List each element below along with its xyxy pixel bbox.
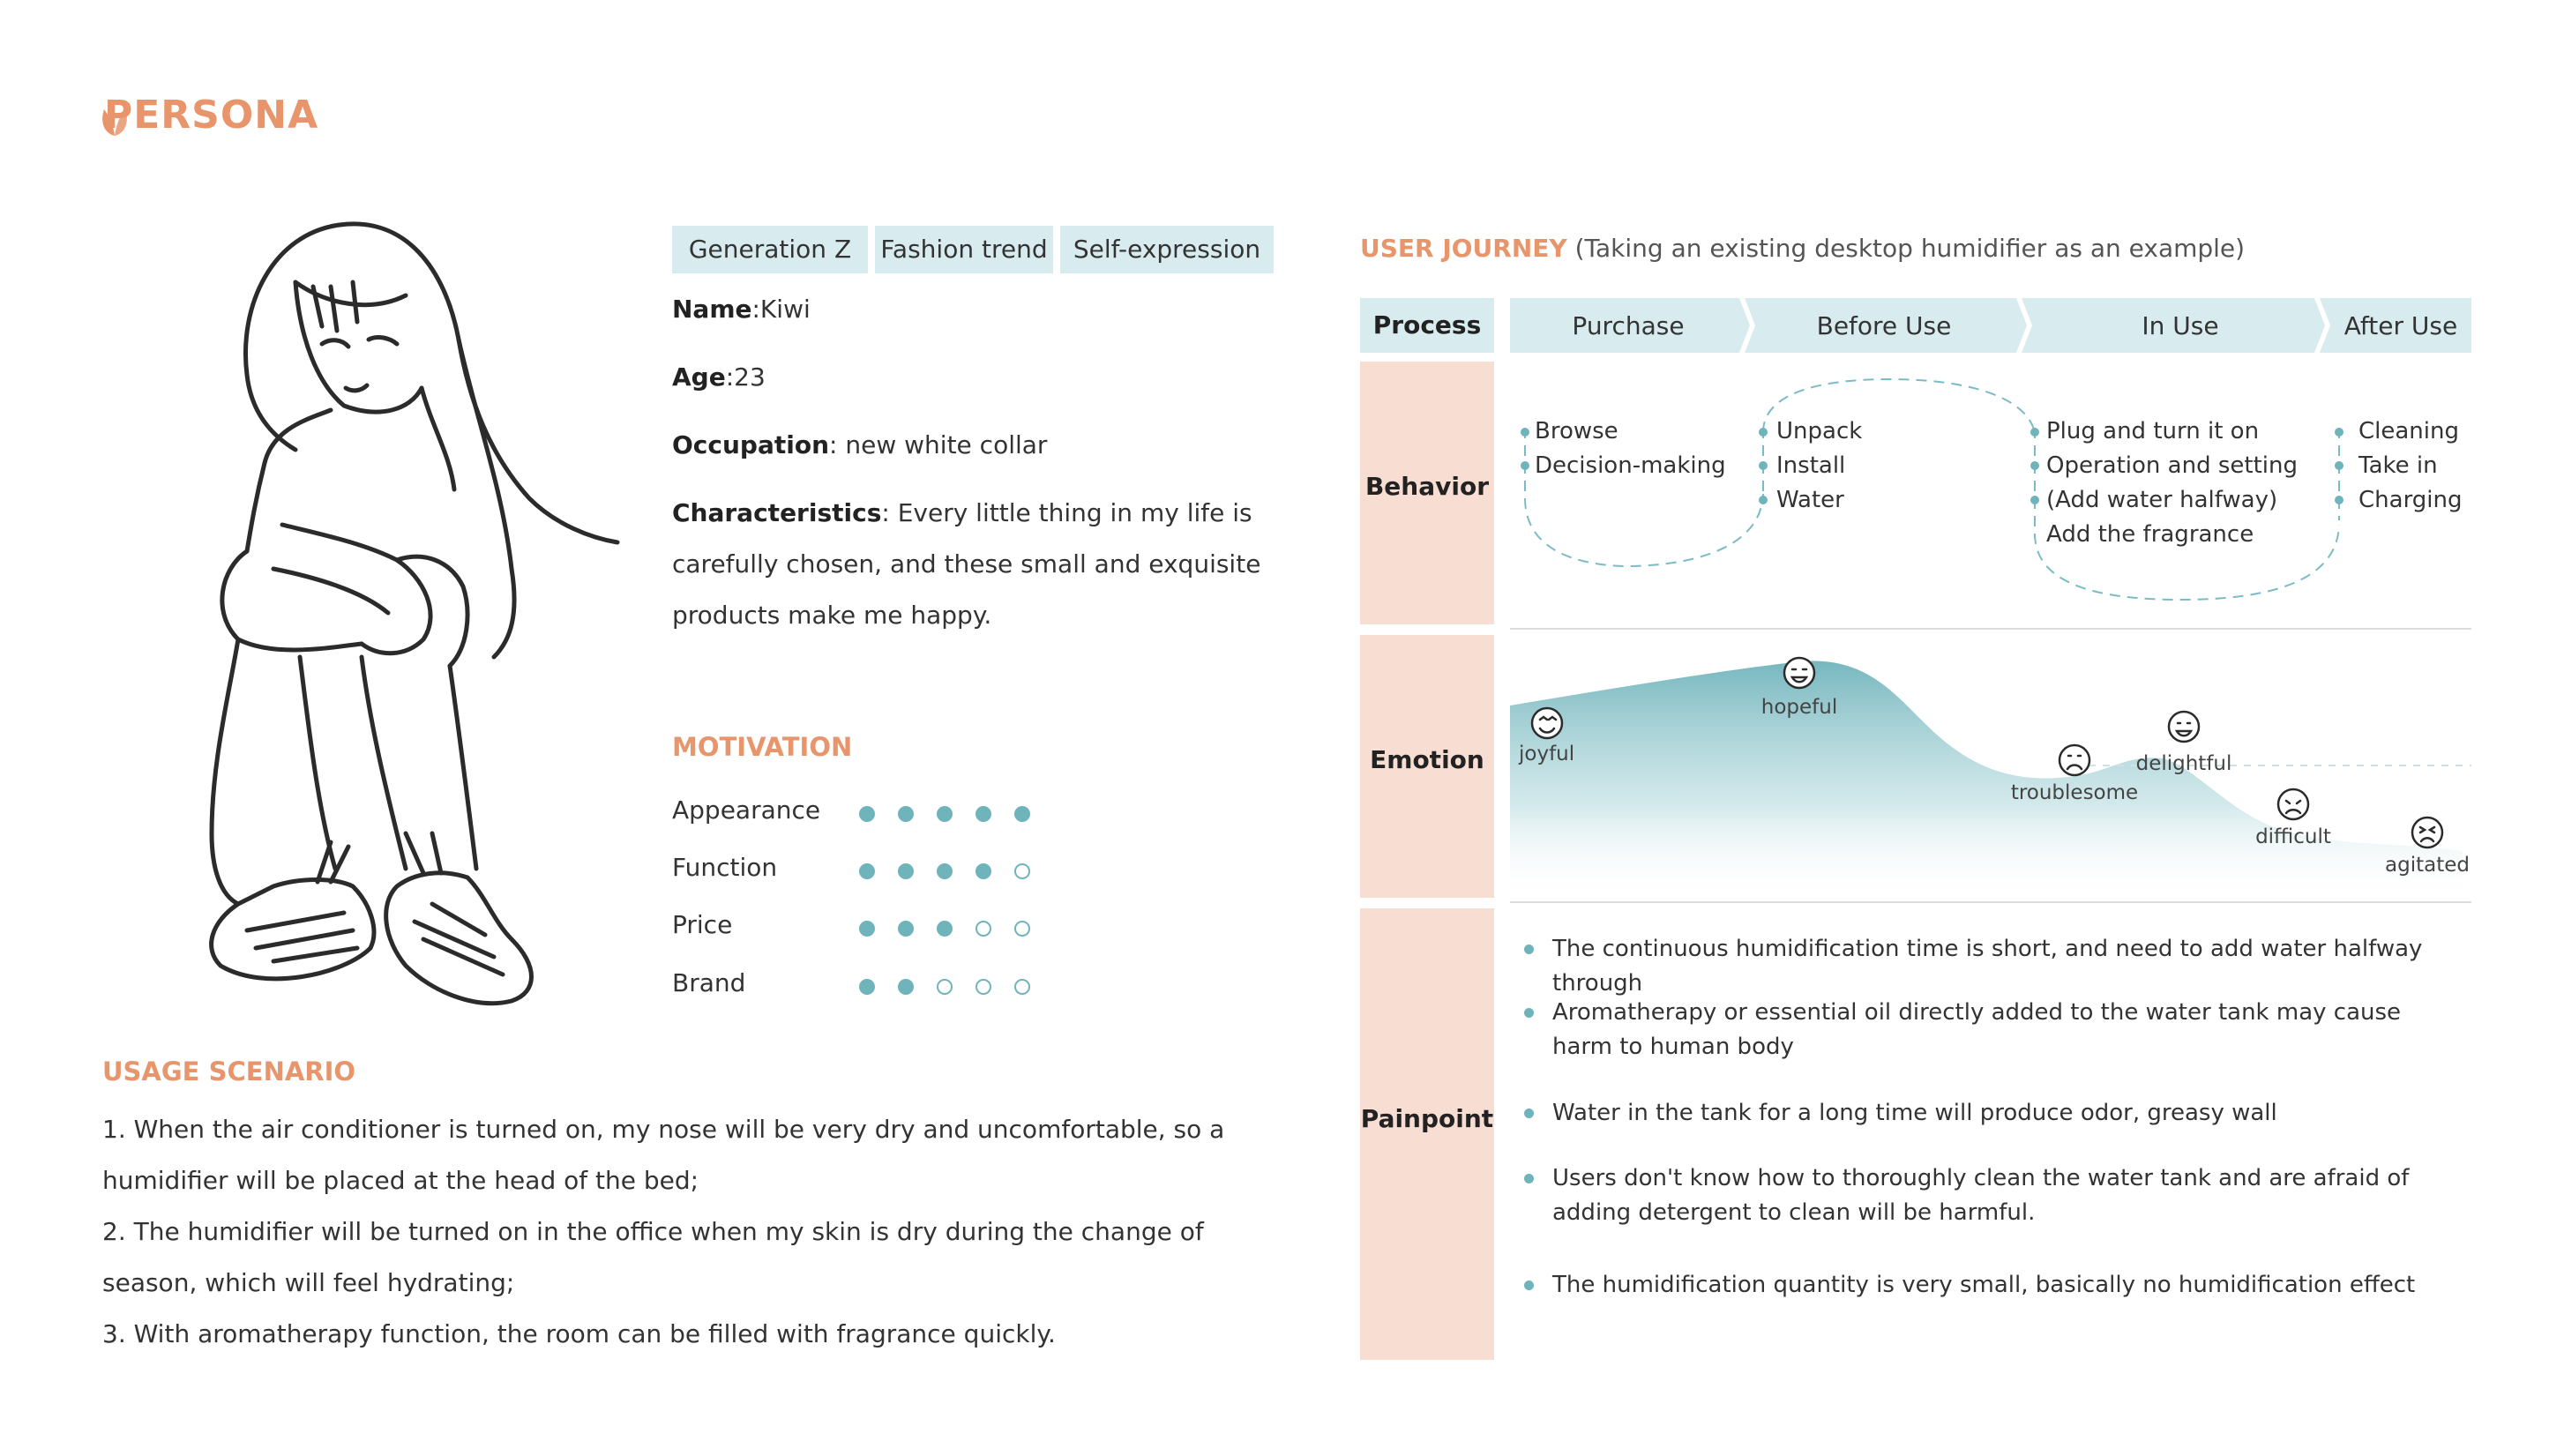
- stage-label: In Use: [2142, 311, 2218, 340]
- usage-line: 1. When the air conditioner is turned on…: [102, 1115, 1225, 1195]
- rating-dot-filled: [859, 806, 875, 822]
- rating-dot-filled: [859, 863, 875, 879]
- emotion-label: troublesome: [2011, 781, 2138, 804]
- painpoint-item: Users don't know how to thoroughly clean…: [1552, 1165, 2410, 1226]
- profile-characteristics: Characteristics: Every little thing in m…: [672, 488, 1289, 641]
- emotion-curve: joyful hopeful troublesome delightful di…: [1510, 656, 2471, 900]
- stage-label: After Use: [2344, 311, 2457, 340]
- painpoint-bullet: [1524, 1174, 1534, 1183]
- emotion-label: delightful: [2136, 752, 2232, 775]
- painpoint-bullet: [1524, 945, 1534, 954]
- hopeful-face-icon: [1783, 656, 1816, 690]
- troublesome-face-icon: [2058, 743, 2091, 777]
- tag-generation-z: Generation Z: [672, 226, 868, 273]
- painpoint-item: Aromatherapy or essential oil directly a…: [1552, 999, 2402, 1060]
- rating-dot-empty: [1014, 921, 1030, 937]
- rating-dot-filled: [859, 921, 875, 937]
- rating-dot-filled: [976, 806, 991, 822]
- rating-dot-filled: [1014, 806, 1030, 822]
- page-title: PERSONA: [104, 93, 319, 138]
- rating-dot-filled: [937, 806, 953, 822]
- name-label: Name: [672, 295, 752, 324]
- painpoint-item: Water in the tank for a long time will p…: [1552, 1100, 2277, 1126]
- stage-label: Purchase: [1572, 311, 1684, 340]
- characteristics-label: Characteristics: [672, 498, 882, 527]
- rating-dot-filled: [898, 979, 914, 995]
- motivation-label: Brand: [672, 968, 746, 997]
- row-label-emotion: Emotion: [1370, 745, 1484, 774]
- row-label-painpoint: Painpoint: [1360, 1104, 1494, 1133]
- motivation-label: Price: [672, 910, 733, 939]
- joyful-face-icon: [1530, 706, 1564, 740]
- painpoint-item: The continuous humidification time is sh…: [1552, 936, 2423, 997]
- rating-dot-filled: [898, 921, 914, 937]
- rating-dot-filled: [859, 979, 875, 995]
- stage-label: Before Use: [1817, 311, 1952, 340]
- delightful-face-icon: [2167, 710, 2201, 743]
- journey-subtitle: (Taking an existing desktop humidifier a…: [1574, 234, 2246, 263]
- usage-line: 3. With aromatherapy function, the room …: [102, 1319, 1056, 1348]
- emotion-label: joyful: [1518, 743, 1574, 765]
- occupation-value: : new white collar: [829, 430, 1048, 459]
- usage-list: 1. When the air conditioner is turned on…: [102, 1104, 1302, 1360]
- age-value: :23: [725, 362, 766, 392]
- difficult-face-icon: [2276, 788, 2310, 821]
- rating-dot-empty: [1014, 979, 1030, 995]
- rating-dot-empty: [1014, 863, 1030, 879]
- painpoint-bullet: [1524, 1008, 1534, 1018]
- row-label-behavior: Behavior: [1364, 472, 1490, 501]
- journey-title: USER JOURNEY: [1360, 234, 1567, 263]
- painpoint-bullet: [1524, 1281, 1534, 1290]
- emotion-label: difficult: [2255, 825, 2331, 848]
- motivation-label: Function: [672, 853, 778, 882]
- painpoint-item: The humidification quantity is very smal…: [1552, 1272, 2416, 1298]
- motivation-title: MOTIVATION: [672, 732, 853, 762]
- profile-occupation: Occupation: new white collar: [672, 420, 1047, 471]
- profile-name: Name:Kiwi: [672, 284, 811, 335]
- tag-fashion-trend: Fashion trend: [875, 226, 1053, 273]
- rating-dot-empty: [976, 979, 991, 995]
- rating-dot-filled: [937, 921, 953, 937]
- row-label-process: Process: [1372, 310, 1482, 340]
- rating-dot-filled: [898, 806, 914, 822]
- journey-heading: USER JOURNEY (Taking an existing desktop…: [1360, 234, 2245, 263]
- emotion-label: hopeful: [1761, 696, 1837, 719]
- behavior-dots: [1521, 428, 2343, 504]
- rating-dot-empty: [937, 979, 953, 995]
- painpoint-bullet: [1524, 1109, 1534, 1118]
- agitated-face-icon: [2411, 816, 2444, 849]
- rating-dot-filled: [976, 863, 991, 879]
- motivation-label: Appearance: [672, 795, 821, 825]
- emotion-label: agitated: [2385, 854, 2470, 877]
- age-label: Age: [672, 362, 726, 392]
- rating-dot-empty: [976, 921, 991, 937]
- usage-title: USAGE SCENARIO: [102, 1057, 356, 1086]
- profile-age: Age:23: [672, 352, 766, 403]
- stage-bar: Purchase Before Use In Use After Use: [1510, 298, 2471, 353]
- name-value: :Kiwi: [751, 295, 811, 324]
- painpoint-label-box: [1360, 908, 1494, 1360]
- tag-self-expression: Self-expression: [1060, 226, 1274, 273]
- persona-illustration: [209, 221, 620, 1006]
- occupation-label: Occupation: [672, 430, 830, 459]
- usage-line: 2. The humidifier will be turned on in t…: [102, 1217, 1204, 1297]
- rating-dot-filled: [937, 863, 953, 879]
- rating-dot-filled: [898, 863, 914, 879]
